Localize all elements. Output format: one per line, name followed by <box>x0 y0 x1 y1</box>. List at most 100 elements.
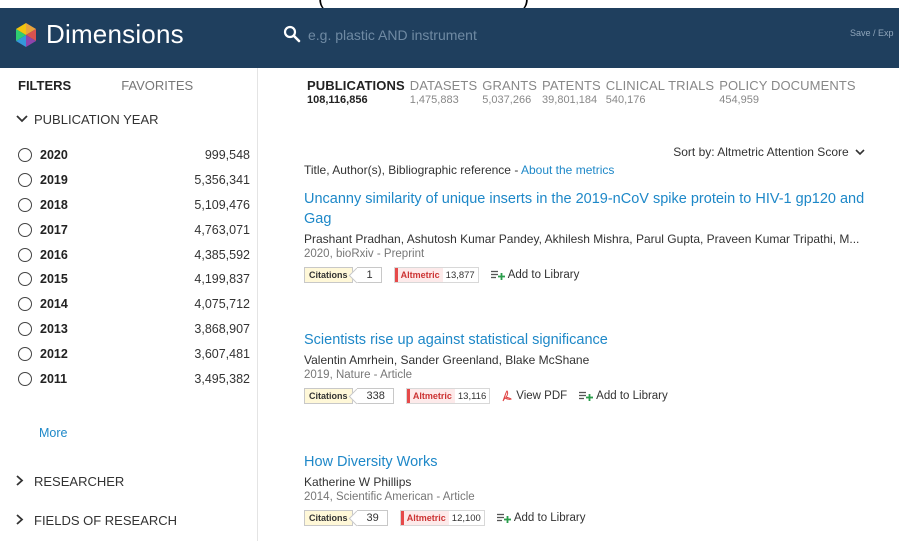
year-label: 2013 <box>40 321 68 336</box>
citations-count: 1 <box>356 267 382 283</box>
altmetric-score: 13,877 <box>445 269 475 281</box>
about-metrics-link[interactable]: About the metrics <box>521 163 614 177</box>
result-authors: Valentin Amrhein, Sander Greenland, Blak… <box>304 353 590 367</box>
year-filter-2015[interactable]: 2015 4,199,837 <box>18 267 250 292</box>
fields-of-research-toggle[interactable]: FIELDS OF RESEARCH <box>16 513 177 528</box>
radio-button[interactable] <box>18 222 32 237</box>
citations-label: Citations <box>304 388 353 404</box>
tab-count: 1,475,883 <box>409 94 459 106</box>
tab-patents[interactable]: PATENTS 39,801,184 <box>542 78 601 106</box>
citations-label: Citations <box>304 510 353 526</box>
results-panel: PUBLICATIONS 108,116,856 DATASETS 1,475,88… <box>259 68 899 541</box>
radio-button[interactable] <box>18 346 32 361</box>
year-filter-2012[interactable]: 2012 3,607,481 <box>18 341 250 366</box>
search-icon[interactable] <box>283 25 301 43</box>
add-to-library-button[interactable]: Add to Library <box>496 512 586 524</box>
tab-grants[interactable]: GRANTS 5,037,266 <box>482 78 537 106</box>
tab-label: PUBLICATIONS <box>307 78 405 93</box>
metrics-info-line: Title, Author(s), Bibliographic referenc… <box>304 163 614 177</box>
result-item: Uncanny similarity of unique inserts in … <box>304 189 874 283</box>
altmetric-label: Altmetric <box>400 511 449 525</box>
year-filter-2018[interactable]: 2018 5,109,476 <box>18 193 250 218</box>
result-title[interactable]: Scientists rise up against statistical s… <box>304 330 874 350</box>
add-to-library-button[interactable]: Add to Library <box>490 269 580 281</box>
year-filter-2011[interactable]: 2011 3,495,382 <box>18 366 250 391</box>
radio-button[interactable] <box>18 148 32 163</box>
radio-button[interactable] <box>18 173 32 188</box>
year-count: 3,607,481 <box>194 346 250 361</box>
sort-value: Altmetric Attention Score <box>717 145 849 159</box>
publication-year-list: 2020 999,548 2019 5,356,341 2018 5,109,476 … <box>18 143 250 391</box>
citations-count: 39 <box>356 510 388 526</box>
year-filter-2013[interactable]: 2013 3,868,907 <box>18 317 250 342</box>
citations-badge[interactable]: Citations 338 <box>304 388 394 404</box>
researcher-label: RESEARCHER <box>34 474 125 489</box>
altmetric-label: Altmetric <box>394 268 443 282</box>
add-to-library-label: Add to Library <box>507 269 580 281</box>
dimensions-logo-icon <box>16 22 36 47</box>
result-title[interactable]: How Diversity Works <box>304 452 874 472</box>
year-count: 4,385,592 <box>194 247 250 262</box>
filters-sidebar: FILTERS FAVORITES PUBLICATION YEAR 2020 9… <box>0 68 258 541</box>
year-count: 5,109,476 <box>194 197 250 212</box>
radio-button[interactable] <box>18 247 32 262</box>
result-badges: Citations 1 Altmetric 13,877 Add to Libr… <box>304 267 874 283</box>
altmetric-badge[interactable]: Altmetric 13,116 <box>405 388 491 404</box>
result-source: 2020, bioRxiv - Preprint <box>304 248 425 260</box>
radio-button[interactable] <box>18 272 32 287</box>
year-label: 2011 <box>40 371 68 386</box>
result-source: 2014, Scientific American - Article <box>304 491 475 503</box>
citations-badge[interactable]: Citations 39 <box>304 510 388 526</box>
sort-label: Sort by: <box>673 145 715 159</box>
year-count: 3,495,382 <box>194 371 250 386</box>
add-to-library-label: Add to Library <box>513 512 586 524</box>
radio-button[interactable] <box>18 371 32 386</box>
result-title[interactable]: Uncanny similarity of unique inserts in … <box>304 189 874 229</box>
year-label: 2019 <box>40 173 68 188</box>
researcher-toggle[interactable]: RESEARCHER <box>16 474 124 489</box>
tab-policy-documents[interactable]: POLICY DOCUMENTS 454,959 <box>719 78 855 106</box>
year-filter-2017[interactable]: 2017 4,763,071 <box>18 217 250 242</box>
save-export-button[interactable]: Save / Exp <box>850 28 894 38</box>
add-to-library-icon <box>579 391 594 401</box>
radio-button[interactable] <box>18 197 32 212</box>
sort-dropdown[interactable]: Sort by: Altmetric Attention Score <box>673 145 865 159</box>
tab-count: 5,037,266 <box>482 94 532 106</box>
citations-badge[interactable]: Citations 1 <box>304 267 382 283</box>
add-to-library-icon <box>496 513 511 523</box>
logo-text: Dimensions <box>46 19 184 49</box>
pdf-icon <box>502 390 513 402</box>
citations-count: 338 <box>356 388 394 404</box>
year-label: 2020 <box>40 148 68 163</box>
year-label: 2016 <box>40 247 68 262</box>
tab-clinical-trials[interactable]: CLINICAL TRIALS 540,176 <box>606 78 714 106</box>
more-years-link[interactable]: More <box>39 426 67 440</box>
content-type-tabs: PUBLICATIONS 108,116,856 DATASETS 1,475,88… <box>307 78 856 106</box>
year-filter-2016[interactable]: 2016 4,385,592 <box>18 242 250 267</box>
year-filter-2019[interactable]: 2019 5,356,341 <box>18 168 250 193</box>
radio-button[interactable] <box>18 321 32 336</box>
add-to-library-button[interactable]: Add to Library <box>579 390 668 402</box>
year-label: 2015 <box>40 272 68 287</box>
metrics-info-text: Title, Author(s), Bibliographic referenc… <box>304 163 521 177</box>
year-count: 4,075,712 <box>194 297 250 312</box>
radio-button[interactable] <box>18 297 32 312</box>
tab-label: POLICY DOCUMENTS <box>719 78 856 93</box>
logo[interactable]: Dimensions <box>12 19 184 50</box>
year-count: 999,548 <box>204 148 250 163</box>
year-label: 2018 <box>40 197 68 212</box>
publication-year-toggle[interactable]: PUBLICATION YEAR <box>16 112 159 127</box>
year-filter-2020[interactable]: 2020 999,548 <box>18 143 250 168</box>
result-badges: Citations 338 Altmetric 13,116 View PDF <box>304 388 874 404</box>
year-filter-2014[interactable]: 2014 4,075,712 <box>18 292 250 317</box>
search-input[interactable] <box>308 24 828 46</box>
tab-filters[interactable]: FILTERS <box>18 78 71 93</box>
tab-publications[interactable]: PUBLICATIONS 108,116,856 <box>307 78 405 106</box>
tab-datasets[interactable]: DATASETS 1,475,883 <box>410 78 478 106</box>
tab-count: 108,116,856 <box>307 94 368 106</box>
year-label: 2014 <box>40 297 68 312</box>
altmetric-badge[interactable]: Altmetric 12,100 <box>399 510 485 526</box>
tab-favorites[interactable]: FAVORITES <box>121 78 193 93</box>
altmetric-badge[interactable]: Altmetric 13,877 <box>393 267 479 283</box>
view-pdf-button[interactable]: View PDF <box>502 390 567 402</box>
